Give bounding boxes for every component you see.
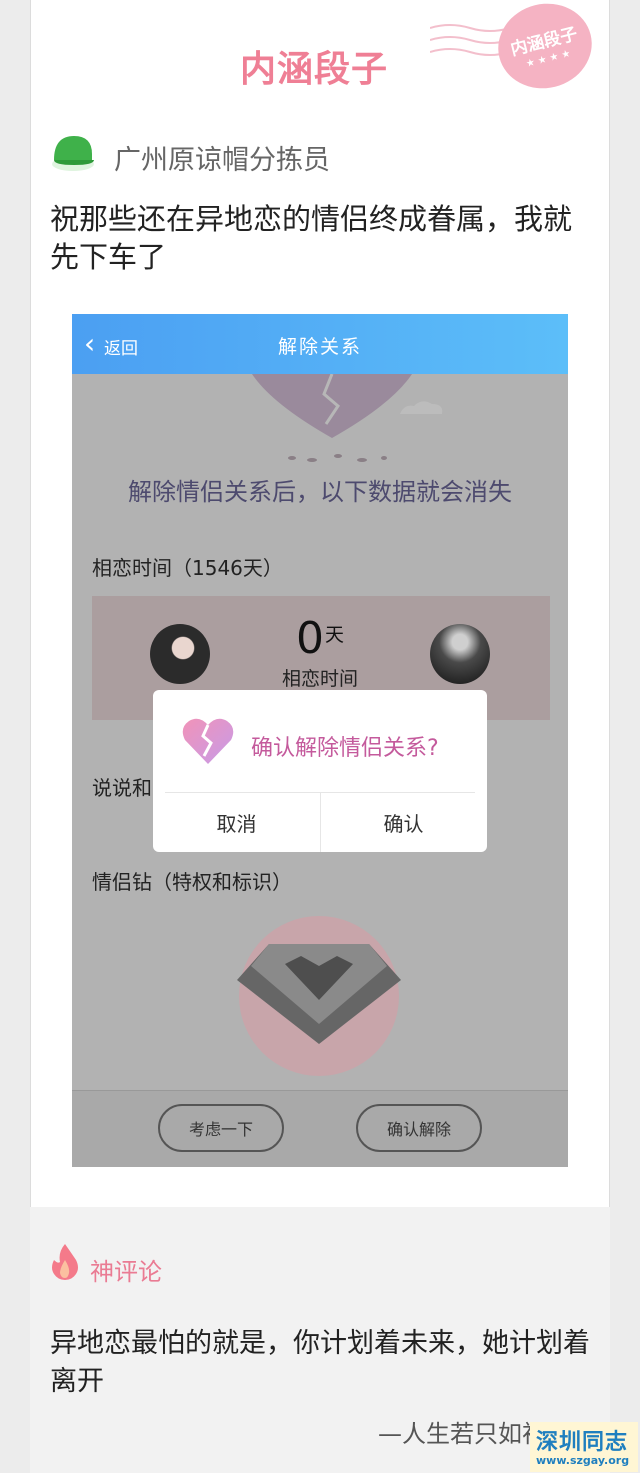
author-name[interactable]: 广州原谅帽分拣员 xyxy=(114,138,330,177)
phone-title: 解除关系 xyxy=(277,336,362,358)
love-time-label: 相恋时间（1546天） xyxy=(92,556,283,580)
confirm-button[interactable]: 确认 xyxy=(320,793,487,852)
comments-title: 神评论 xyxy=(90,1258,162,1286)
cancel-button[interactable]: 取消 xyxy=(153,793,320,852)
confirm-release-button[interactable]: 确认解除 xyxy=(356,1104,482,1152)
green-hat-icon[interactable] xyxy=(50,130,96,176)
phone-nav-bar: ‹ 返回 解除关系 xyxy=(72,314,568,374)
days-unit: 天 xyxy=(325,624,345,646)
comment-text: 异地恋最怕的就是，你计划着未来，她计划着离开 xyxy=(50,1328,590,1397)
post-title: 祝那些还在异地恋的情侣终成眷属，我就先下车了 xyxy=(50,202,573,274)
diamond-icon xyxy=(237,944,401,1044)
confirm-dialog: 确认解除情侣关系? 取消 确认 xyxy=(153,690,487,852)
diamond-label: 情侣钻（特权和标识） xyxy=(92,870,292,894)
dialog-message: 确认解除情侣关系? xyxy=(251,736,439,761)
feed-label: 说说和 xyxy=(92,776,152,800)
days-count: 0 xyxy=(296,613,324,664)
diamond-badge xyxy=(237,916,401,1076)
broken-heart-icon xyxy=(182,718,234,764)
watermark-url: www.szgay.org xyxy=(536,1454,630,1467)
brand-logo: 内涵段子 xyxy=(240,49,389,90)
notice-text: 解除情侣关系后，以下数据就会消失 xyxy=(128,478,512,506)
watermark-title: 深圳同志 xyxy=(536,1430,629,1455)
bottom-action-bar xyxy=(72,1090,568,1167)
watermark: 深圳同志 www.szgay.org xyxy=(530,1422,638,1472)
flame-icon xyxy=(52,1244,78,1280)
days-caption: 相恋时间 xyxy=(281,668,358,690)
reconsider-button[interactable]: 考虑一下 xyxy=(158,1104,284,1152)
broken-heart-illustration xyxy=(252,374,443,462)
